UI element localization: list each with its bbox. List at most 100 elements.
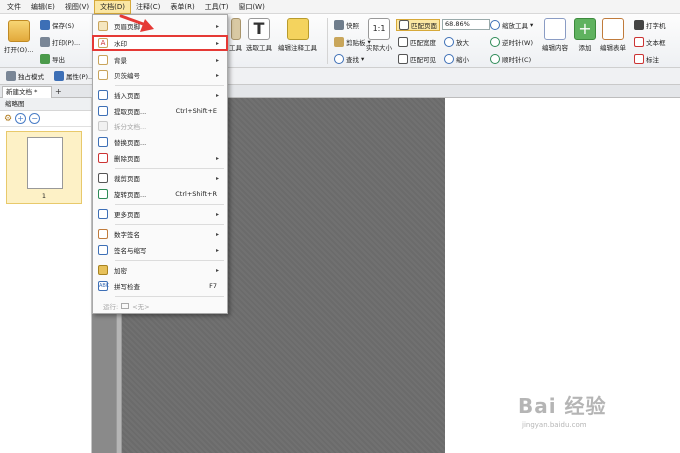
menu-item-delete-page[interactable]: 删除页面 ▸	[93, 151, 227, 165]
menu-separator	[115, 296, 224, 297]
hand-icon	[230, 18, 241, 40]
rotate-left-icon	[490, 37, 500, 47]
zoom-in-icon[interactable]: +	[15, 113, 27, 124]
chevron-down-icon: ▾	[530, 21, 534, 29]
menu-file[interactable]: 文件	[2, 0, 26, 14]
chevron-right-icon: ▸	[215, 246, 219, 254]
menu-item-label: 旋转页面...	[114, 191, 147, 199]
chevron-down-icon: ▾	[361, 55, 365, 63]
zoom-out-button[interactable]: 缩小	[444, 54, 469, 64]
actual-size-button[interactable]: 1:1 实际大小	[366, 18, 392, 52]
save-button[interactable]: 保存(S)	[40, 20, 74, 30]
menu-item-header-footer[interactable]: 页眉页脚 ▸	[93, 19, 227, 33]
open-button[interactable]: 打开(O)...	[4, 20, 33, 54]
fit-page-button[interactable]: 匹配页面	[396, 19, 440, 31]
menu-item-encrypt[interactable]: 加密 ▸	[93, 263, 227, 277]
zoom-out-label: 缩小	[456, 56, 469, 64]
zoom-in-button[interactable]: 放大	[444, 37, 469, 47]
menu-separator	[115, 224, 224, 225]
red-arrow-icon	[119, 14, 154, 32]
snapshot-button[interactable]: 快照	[334, 20, 359, 30]
rotate-right-button[interactable]: 顺时针(C)	[490, 54, 531, 64]
annotation-tool-button[interactable]: 编辑注释工具	[278, 18, 317, 52]
zoom-value[interactable]: 68.86%	[442, 19, 490, 30]
lock-icon	[98, 265, 108, 275]
edit-content-button[interactable]: 编辑内容	[542, 18, 568, 52]
chevron-right-icon: ▸	[215, 174, 219, 182]
clipboard-label: 剪贴板	[346, 39, 366, 47]
watermark-brand: Bai 经验	[518, 394, 607, 418]
chevron-right-icon: ▸	[215, 266, 219, 274]
menu-item-watermark[interactable]: A 水印 ▸	[92, 35, 228, 51]
zoom-tool-button[interactable]: 缩放工具 ▾	[490, 20, 533, 30]
chevron-right-icon: ▸	[215, 22, 219, 30]
zoom-tool-icon	[490, 20, 500, 30]
select-tool-button[interactable]: T 选取工具	[246, 18, 272, 52]
textbox-button[interactable]: 文本框	[634, 37, 666, 47]
menu-item-crop-page[interactable]: 裁剪页面 ▸	[93, 171, 227, 185]
menu-item-spell-check[interactable]: ABC 拼写检查 F7	[93, 279, 227, 293]
menu-item-bates-numbering[interactable]: 贝茨编号 ▸	[93, 68, 227, 82]
add-button[interactable]: + 添加	[574, 18, 596, 52]
fit-width-button[interactable]: 匹配宽度	[398, 37, 436, 47]
zoom-select[interactable]: 68.86%▾	[442, 19, 495, 30]
edit-form-button[interactable]: 编辑表单	[600, 18, 626, 52]
tool-fragment-label: 工具	[229, 44, 242, 52]
page-thumbnail[interactable]: 1	[6, 131, 82, 204]
fit-page-label: 匹配页面	[411, 22, 437, 30]
find-button[interactable]: 查找 ▾	[334, 54, 364, 64]
menu-item-label: 更多页面	[114, 211, 140, 219]
callout-button[interactable]: 标注	[634, 54, 659, 64]
menu-item-sign-initials[interactable]: 签名与缩写 ▸	[93, 243, 227, 257]
menu-item-insert-page[interactable]: 插入页面 ▸	[93, 88, 227, 102]
new-tab-button[interactable]: +	[55, 86, 62, 97]
thumbnail-page-image	[27, 137, 63, 189]
save-icon	[40, 20, 50, 30]
menu-item-digital-signature[interactable]: 数字签名 ▸	[93, 227, 227, 241]
reading-mode-button[interactable]: 独占模式	[6, 71, 44, 81]
menu-item-label: 删除页面	[114, 155, 140, 163]
menu-item-more-pages[interactable]: 更多页面 ▸	[93, 207, 227, 221]
chevron-right-icon: ▸	[215, 154, 219, 162]
export-button[interactable]: 导出	[40, 54, 65, 64]
typewriter-button[interactable]: 打字机	[634, 20, 666, 30]
save-label: 保存(S)	[52, 22, 75, 30]
menu-item-run: 运行: <无>	[93, 299, 227, 313]
gear-icon[interactable]: ⚙	[4, 114, 12, 124]
run-value: <无>	[132, 303, 150, 311]
tab-new-document[interactable]: 新建文档 *	[2, 86, 52, 98]
rotate-right-icon	[490, 54, 500, 64]
menu-bar: 文件 编辑(E) 视图(V) 文档(D) 注释(C) 表单(R) 工具(T) 窗…	[0, 0, 680, 14]
fit-visible-button[interactable]: 匹配可见	[398, 54, 436, 64]
typewriter-icon	[634, 20, 644, 30]
export-icon	[40, 54, 50, 64]
menu-item-extract-page[interactable]: 提取页面... Ctrl+Shift+E	[93, 104, 227, 118]
annotation-icon	[286, 18, 309, 40]
rotate-right-label: 顺时针(C)	[502, 56, 532, 64]
menu-form[interactable]: 表单(R)	[165, 0, 199, 14]
menu-item-replace-page[interactable]: 替换页面...	[93, 135, 227, 149]
print-button[interactable]: 打印(P)...	[40, 37, 80, 47]
insert-page-icon	[98, 90, 108, 100]
menu-item-background[interactable]: 背景 ▸	[93, 53, 227, 67]
menu-item-label: 运行:	[103, 303, 119, 311]
zoom-out-icon[interactable]: −	[29, 113, 41, 124]
zoom-in-label: 放大	[456, 39, 469, 47]
rotate-left-button[interactable]: 逆时针(W)	[490, 37, 533, 47]
shortcut-label: Ctrl+Shift+R	[175, 190, 217, 198]
attributes-icon	[54, 71, 64, 81]
zoom-in-icon	[444, 37, 454, 47]
extract-page-icon	[98, 106, 108, 116]
menu-item-rotate-page[interactable]: 旋转页面... Ctrl+Shift+R	[93, 187, 227, 201]
tool-fragment[interactable]: 工具	[229, 18, 242, 52]
separator	[327, 18, 328, 64]
menu-window[interactable]: 窗口(W)	[233, 0, 269, 14]
export-label: 导出	[52, 56, 65, 64]
chevron-right-icon: ▸	[215, 39, 219, 47]
menu-edit[interactable]: 编辑(E)	[26, 0, 60, 14]
attributes-button[interactable]: 属性(P)...	[54, 71, 94, 81]
annotation-tool-label: 编辑注释工具	[278, 44, 317, 52]
menu-view[interactable]: 视图(V)	[60, 0, 94, 14]
menu-tools[interactable]: 工具(T)	[200, 0, 234, 14]
menu-item-label: 替换页面...	[114, 139, 147, 147]
